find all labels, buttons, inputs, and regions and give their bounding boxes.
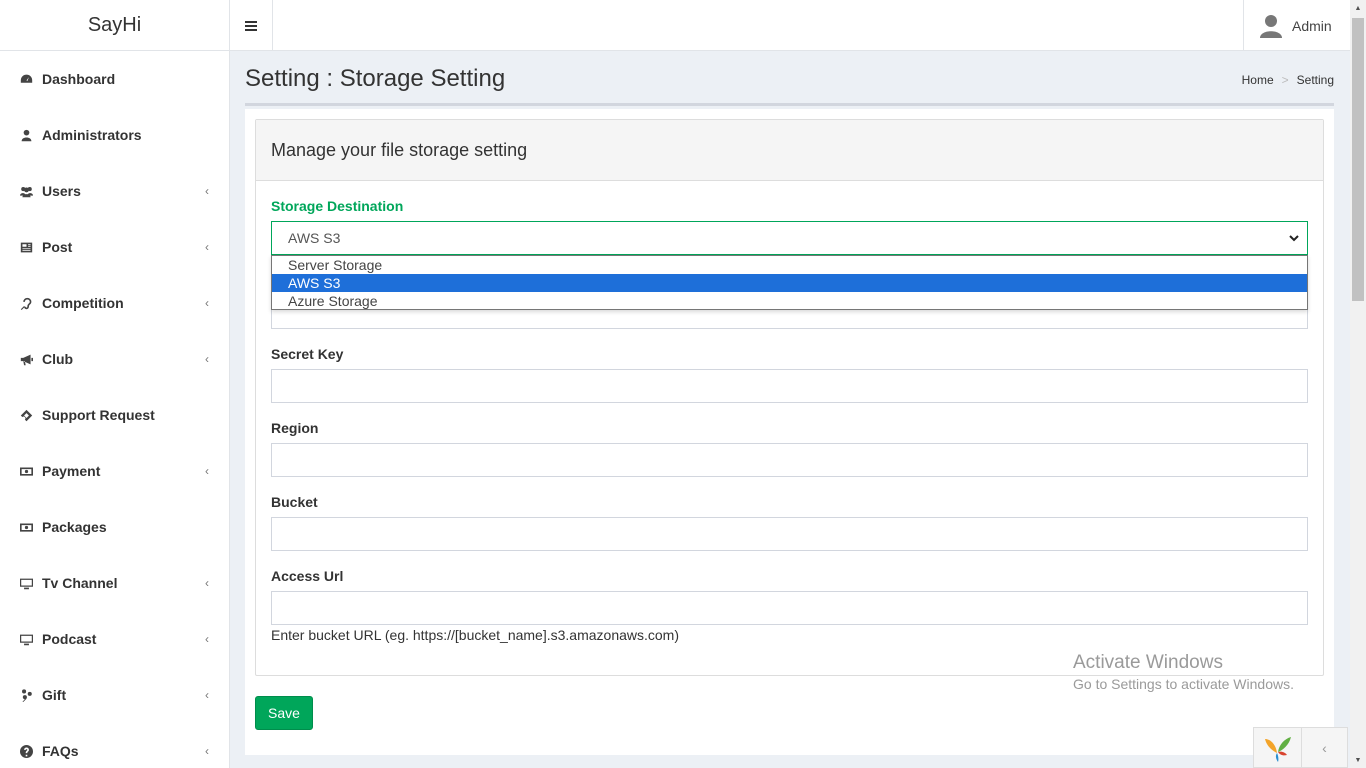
sidebar-item-label: Competition <box>42 295 124 311</box>
main-content: Setting : Storage Setting Home > Setting… <box>245 51 1334 755</box>
access-url-hint: Enter bucket URL (eg. https://[bucket_na… <box>271 627 680 643</box>
top-navbar: SayHi Admin <box>0 0 1350 51</box>
sidebar-item-post[interactable]: Post ‹ <box>0 219 229 275</box>
avatar-icon <box>1260 14 1282 38</box>
assistive-listening-icon <box>18 295 34 311</box>
sidebar-item-faqs[interactable]: FAQs ‹ <box>0 723 229 768</box>
sidebar-item-podcast[interactable]: Podcast ‹ <box>0 611 229 667</box>
chevron-left-icon: ‹ <box>205 240 209 254</box>
menu-icon <box>245 20 257 31</box>
debug-toolbar[interactable]: ‹ <box>1253 727 1348 768</box>
bucket-input[interactable] <box>271 517 1308 551</box>
sidebar-item-club[interactable]: Club ‹ <box>0 331 229 387</box>
chevron-left-icon: ‹ <box>205 744 209 758</box>
ticket-icon <box>18 407 34 423</box>
question-circle-icon <box>18 743 34 759</box>
access-url-input[interactable] <box>271 591 1308 625</box>
page-header: Setting : Storage Setting Home > Setting <box>245 51 1334 106</box>
option-azure-storage[interactable]: Azure Storage <box>272 292 1307 310</box>
sidebar-item-gift[interactable]: Gift ‹ <box>0 667 229 723</box>
sidebar-item-label: Users <box>42 183 81 199</box>
chevron-left-icon: ‹ <box>205 632 209 646</box>
bullhorn-icon <box>18 351 34 367</box>
region-label: Region <box>271 420 319 436</box>
dashboard-icon <box>18 71 34 87</box>
gift-icon <box>18 687 34 703</box>
chevron-left-icon[interactable]: ‹ <box>1302 728 1347 767</box>
sidebar-item-label: Payment <box>42 463 101 479</box>
app-title: SayHi <box>87 14 142 36</box>
sidebar-item-administrators[interactable]: Administrators <box>0 107 229 163</box>
sidebar-item-label: Post <box>42 239 73 255</box>
user-name: Admin <box>1292 17 1332 34</box>
storage-settings-box: Manage your file storage setting Storage… <box>255 119 1324 676</box>
user-menu[interactable]: Admin <box>1243 0 1350 51</box>
sidebar-item-payment[interactable]: Payment ‹ <box>0 443 229 499</box>
sidebar-item-label: Gift <box>42 687 67 703</box>
scrollbar-thumb[interactable] <box>1352 18 1364 301</box>
storage-destination-label: Storage Destination <box>271 198 404 214</box>
bucket-label: Bucket <box>271 494 318 510</box>
option-aws-s3[interactable]: AWS S3 <box>272 274 1307 292</box>
sidebar-item-label: Support Request <box>42 407 155 423</box>
chevron-left-icon: ‹ <box>205 184 209 198</box>
sidebar-item-competition[interactable]: Competition ‹ <box>0 275 229 331</box>
storage-destination-select[interactable]: AWS S3 <box>271 221 1308 255</box>
watermark-line1: Activate Windows <box>1073 652 1223 673</box>
sidebar-item-support-request[interactable]: Support Request <box>0 387 229 443</box>
sidebar-item-tv-channel[interactable]: Tv Channel ‹ <box>0 555 229 611</box>
storage-destination-options: Server Storage AWS S3 Azure Storage <box>271 255 1308 310</box>
desktop-icon <box>18 631 34 647</box>
watermark-line2: Go to Settings to activate Windows. <box>1073 676 1294 692</box>
desktop-icon <box>18 575 34 591</box>
chevron-left-icon: ‹ <box>205 688 209 702</box>
breadcrumb-home-link[interactable]: Home <box>1242 73 1274 87</box>
sidebar-item-label: Tv Channel <box>42 575 118 591</box>
sidebar-item-label: Packages <box>42 519 107 535</box>
scroll-up-icon[interactable]: ▲ <box>1350 0 1366 16</box>
sidebar-item-packages[interactable]: Packages <box>0 499 229 555</box>
sidebar-item-label: FAQs <box>42 743 79 759</box>
chevron-left-icon: ‹ <box>205 296 209 310</box>
sidebar-item-label: Club <box>42 351 74 367</box>
sidebar-item-users[interactable]: Users ‹ <box>0 163 229 219</box>
yii-logo-icon[interactable] <box>1254 728 1302 768</box>
user-icon <box>18 127 34 143</box>
app-logo[interactable]: SayHi <box>0 0 230 51</box>
box-heading: Manage your file storage setting <box>256 120 1323 181</box>
chevron-left-icon: ‹ <box>205 464 209 478</box>
money-icon <box>18 519 34 535</box>
sidebar-item-label: Administrators <box>42 127 142 143</box>
option-server-storage[interactable]: Server Storage <box>272 256 1307 274</box>
page-title: Setting : Storage Setting <box>245 65 506 92</box>
sidebar-toggle-button[interactable] <box>230 0 273 51</box>
save-button[interactable]: Save <box>255 696 313 730</box>
breadcrumb-current: Setting <box>1296 73 1334 87</box>
breadcrumb-separator: > <box>1281 73 1289 87</box>
scroll-down-icon[interactable]: ▼ <box>1350 752 1366 768</box>
sidebar-item-label: Dashboard <box>42 71 116 87</box>
chevron-down-icon <box>1289 235 1299 242</box>
page-scrollbar[interactable]: ▲ ▼ <box>1350 0 1366 768</box>
newspaper-icon <box>18 239 34 255</box>
sidebar: Dashboard Administrators Users ‹ Post ‹ … <box>0 51 230 768</box>
windows-activation-watermark: Activate Windows Go to Settings to activ… <box>1073 652 1294 692</box>
secret-key-label: Secret Key <box>271 346 344 362</box>
sidebar-item-label: Podcast <box>42 631 97 647</box>
users-icon <box>18 183 34 199</box>
secret-key-input[interactable] <box>271 369 1308 403</box>
storage-destination-value: AWS S3 <box>288 230 341 246</box>
chevron-left-icon: ‹ <box>205 576 209 590</box>
region-input[interactable] <box>271 443 1308 477</box>
breadcrumb: Home > Setting <box>1242 73 1334 87</box>
chevron-left-icon: ‹ <box>205 352 209 366</box>
money-icon <box>18 463 34 479</box>
sidebar-item-dashboard[interactable]: Dashboard <box>0 51 229 107</box>
access-url-label: Access Url <box>271 568 344 584</box>
